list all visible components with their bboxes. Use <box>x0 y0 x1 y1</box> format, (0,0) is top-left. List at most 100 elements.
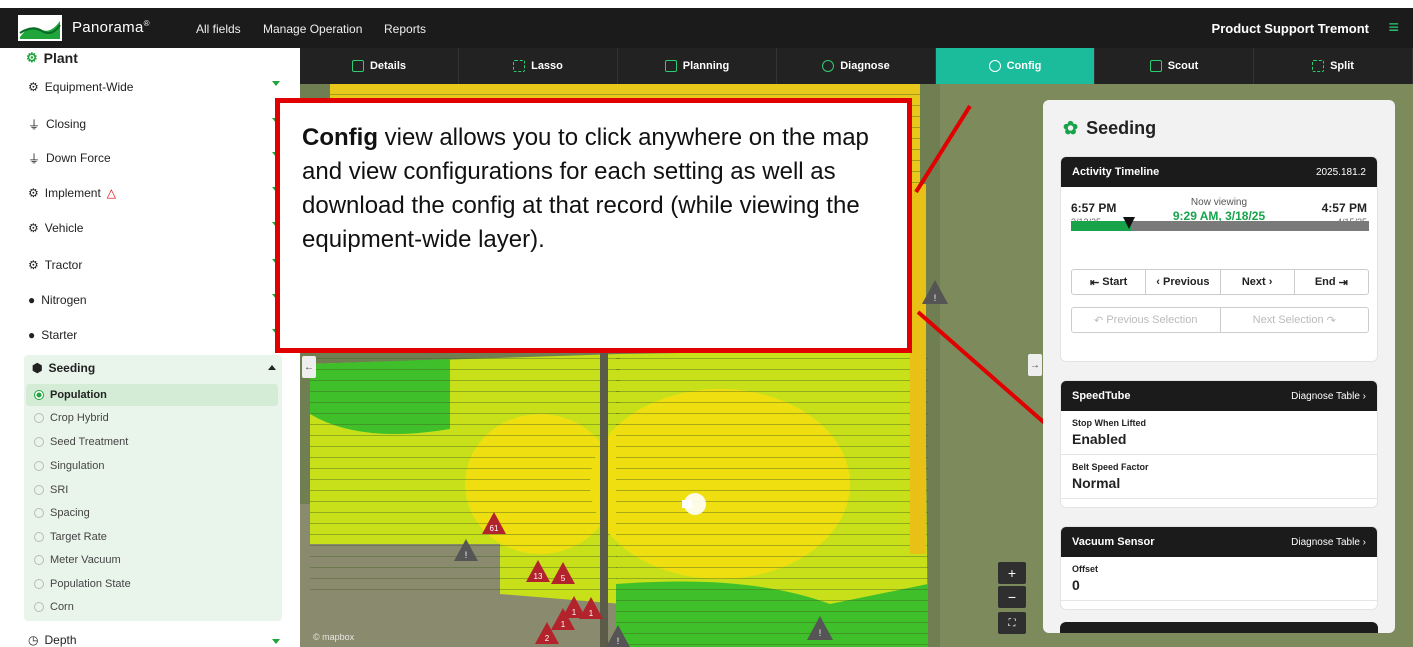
alert-count: 61 <box>490 524 499 533</box>
sidebar-group-closing[interactable]: ⏚ Closing <box>28 114 286 134</box>
sidebar-group-down-force[interactable]: ⏚ Down Force <box>28 148 286 168</box>
alert-count: 5 <box>561 574 566 583</box>
speedtube-diagnose-link[interactable]: Diagnose Table › <box>1291 391 1366 402</box>
panorama-logo-icon[interactable] <box>18 15 62 41</box>
radio-icon <box>34 579 44 589</box>
seeding-option-population-state[interactable]: Population State <box>26 573 278 595</box>
svg-text:!: ! <box>819 628 822 638</box>
zoom-in-button[interactable]: + <box>998 562 1026 584</box>
timeline-handle[interactable] <box>1123 217 1135 229</box>
speedtube-setting: Stop When Lifted Enabled <box>1061 411 1377 455</box>
sidebar-group-implement[interactable]: ⚙ Implement △ <box>28 183 286 203</box>
sidebar-group-seeding: ⬢ Seeding Population Crop Hybrid Seed Tr… <box>24 355 282 621</box>
timeline-slider[interactable] <box>1071 221 1369 231</box>
sidebar-group-depth[interactable]: ◷ Depth <box>28 633 286 647</box>
closing-icon: ⏚ <box>28 117 41 132</box>
alert-count: 1 <box>572 608 577 617</box>
account-name[interactable]: Product Support Tremont <box>1212 21 1369 36</box>
panel-title: ✿ Seeding <box>1063 118 1156 139</box>
sidebar-group-equipment-wide[interactable]: ⚙ Equipment-Wide <box>28 77 286 97</box>
tab-lasso[interactable]: Lasso <box>459 48 618 84</box>
option-label: Target Rate <box>50 531 107 543</box>
callout-text: Config view allows you to click anywhere… <box>302 121 892 257</box>
setting-key: Belt Speed Factor <box>1072 462 1149 472</box>
seeding-option-corn[interactable]: Corn <box>26 596 278 618</box>
brand-mark: ® <box>143 19 150 28</box>
speedtube-header: SpeedTube Diagnose Table › <box>1061 381 1377 411</box>
previous-label: Previous <box>1163 276 1210 288</box>
group-label: Nitrogen <box>41 293 87 307</box>
option-label: Meter Vacuum <box>50 554 121 566</box>
zoom-out-button[interactable]: − <box>998 586 1026 608</box>
layer-sidebar: ⚙ Plant ⚙ Equipment-Wide ⏚ Closing ⏚ Down F… <box>14 48 292 647</box>
fullscreen-icon[interactable]: ⛶ <box>998 612 1026 634</box>
previous-selection-button[interactable]: ↶ Previous Selection <box>1072 308 1221 332</box>
sidebar-group-nitrogen[interactable]: ● Nitrogen <box>28 290 286 310</box>
seeding-option-sri[interactable]: SRI <box>26 479 278 501</box>
seeding-header[interactable]: ⬢ Seeding <box>32 361 276 375</box>
timeline-version: 2025.181.2 <box>1315 166 1366 178</box>
tab-label: Lasso <box>531 60 563 72</box>
radio-icon <box>34 508 44 518</box>
next-selection-button[interactable]: Next Selection ↷ <box>1221 308 1369 332</box>
vacuum-sensor-title: Vacuum Sensor <box>1072 536 1155 548</box>
seeding-option-population[interactable]: Population <box>26 384 278 406</box>
previous-selection-label: Previous Selection <box>1106 314 1198 326</box>
group-label: Equipment-Wide <box>44 80 134 94</box>
tab-diagnose[interactable]: Diagnose <box>777 48 936 84</box>
equipment-icon: ⚙ <box>28 80 39 94</box>
diagnose-icon <box>822 60 835 72</box>
end-label: End <box>1314 276 1336 288</box>
annotation-callout: Config view allows you to click anywhere… <box>275 98 912 353</box>
brand-name[interactable]: Panorama® <box>72 19 150 36</box>
seeding-option-crop-hybrid[interactable]: Crop Hybrid <box>26 407 278 429</box>
checklist-icon <box>664 60 677 72</box>
seeding-option-target-rate[interactable]: Target Rate <box>26 526 278 548</box>
nav-manage-operation[interactable]: Manage Operation <box>263 22 362 36</box>
gauge-icon: ◷ <box>28 633 39 647</box>
vacuum-diagnose-link[interactable]: Diagnose Table › <box>1291 537 1366 548</box>
tab-config[interactable]: Config <box>936 48 1095 84</box>
sidebar-title-text: Plant <box>43 50 78 66</box>
selection-nav-buttons: ↶ Previous Selection Next Selection ↷ <box>1071 307 1369 333</box>
nav-reports[interactable]: Reports <box>384 22 426 36</box>
radio-icon <box>34 437 44 447</box>
svg-text:!: ! <box>934 293 937 303</box>
tab-split[interactable]: Split <box>1254 48 1413 84</box>
seeding-option-spacing[interactable]: Spacing <box>26 502 278 524</box>
end-button[interactable]: End ⇥ <box>1295 270 1368 294</box>
collapse-panel-arrow-icon[interactable]: → <box>1028 354 1042 376</box>
map-tabs: Details Lasso Planning Diagnose Config S… <box>300 48 1413 84</box>
group-label: Closing <box>46 117 87 131</box>
sidebar-group-tractor[interactable]: ⚙ Tractor <box>28 255 286 275</box>
setting-key: Stop When Lifted <box>1072 418 1146 428</box>
tab-label: Planning <box>682 60 730 72</box>
collapse-sidebar-arrow-icon[interactable]: ← <box>302 356 316 378</box>
setting-value: Normal <box>1072 475 1121 491</box>
seeding-option-seed-treatment[interactable]: Seed Treatment <box>26 431 278 453</box>
group-label: Starter <box>41 328 78 342</box>
tab-label: Scout <box>1167 60 1199 72</box>
next-card-header <box>1060 622 1378 633</box>
start-button[interactable]: ⇤ Start <box>1072 270 1147 294</box>
svg-text:!: ! <box>617 636 620 646</box>
tab-scout[interactable]: Scout <box>1095 48 1254 84</box>
sidebar-group-starter[interactable]: ● Starter <box>28 325 286 345</box>
sidebar-group-vehicle[interactable]: ⚙ Vehicle <box>28 218 286 238</box>
gear-icon <box>988 60 1001 72</box>
lasso-icon <box>513 60 526 72</box>
menu-icon[interactable]: ≡ <box>1388 18 1399 36</box>
vacuum-setting: Offset 0 <box>1061 557 1377 601</box>
next-button[interactable]: Next › <box>1221 270 1295 294</box>
tab-details[interactable]: Details <box>300 48 459 84</box>
top-nav: Panorama® All fields Manage Operation Re… <box>0 8 1413 48</box>
nav-all-fields[interactable]: All fields <box>196 22 241 36</box>
next-card-header-bar <box>1060 622 1378 633</box>
tab-planning[interactable]: Planning <box>618 48 777 84</box>
seeding-option-singulation[interactable]: Singulation <box>26 455 278 477</box>
activity-timeline-card: Activity Timeline 2025.181.2 6:57 PM 3/1… <box>1060 156 1378 362</box>
seeding-option-meter-vacuum[interactable]: Meter Vacuum <box>26 549 278 571</box>
setting-value: 0 <box>1072 577 1080 593</box>
previous-button[interactable]: ‹ Previous <box>1146 270 1221 294</box>
redo-icon: ↷ <box>1323 314 1336 327</box>
